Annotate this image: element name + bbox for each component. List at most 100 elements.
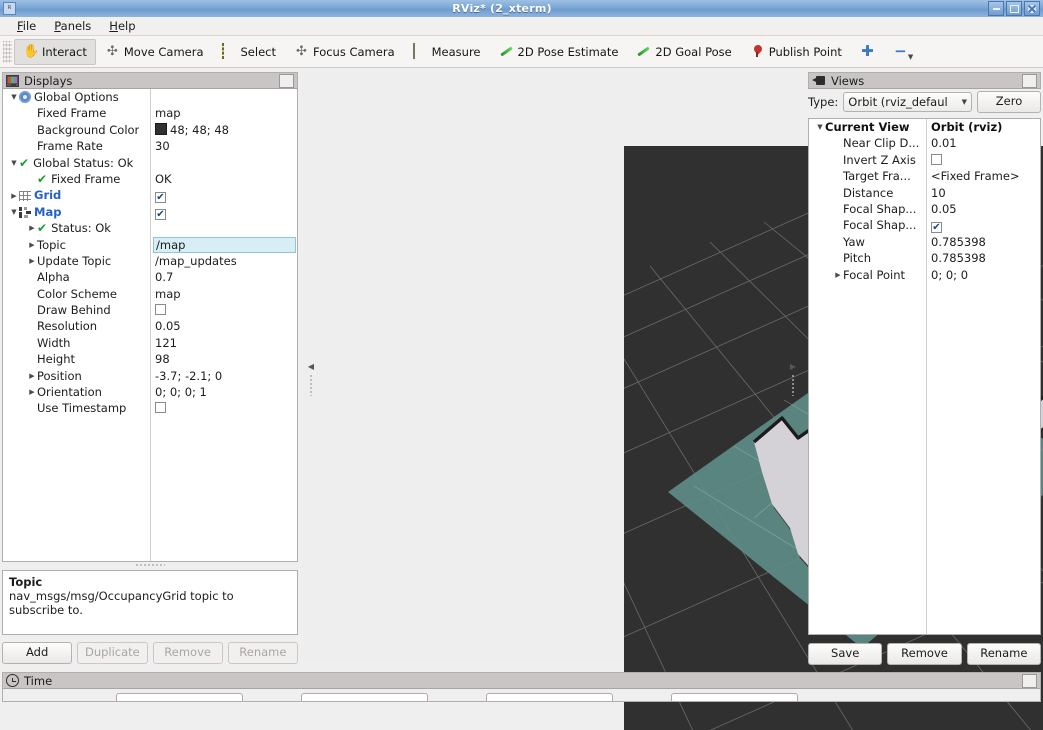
time-float-button[interactable]: [1022, 673, 1037, 688]
displays-tree-row-value[interactable]: [153, 400, 296, 416]
displays-tree-row-value[interactable]: 0; 0; 0; 1: [153, 384, 296, 400]
tool-publish-point[interactable]: Publish Point: [741, 39, 851, 65]
displays-tree-row[interactable]: Draw Behind: [3, 302, 297, 318]
checkbox[interactable]: ✔: [155, 192, 166, 204]
displays-tree-row-value[interactable]: /map_updates: [153, 253, 296, 269]
chevron-down-icon[interactable]: ▼: [908, 53, 913, 61]
views-tree-row[interactable]: Current View Orbit (rviz): [809, 119, 1040, 135]
chevron-right-icon[interactable]: [9, 188, 19, 204]
displays-tree-row-value[interactable]: [153, 220, 296, 236]
displays-tree-row[interactable]: Use Timestamp: [3, 400, 297, 416]
left-splitter-grip[interactable]: [308, 374, 314, 396]
views-tree-row-value[interactable]: [929, 152, 1039, 168]
displays-tree-row-value[interactable]: 30: [153, 138, 296, 154]
add-button[interactable]: Add: [2, 642, 73, 664]
tool-measure[interactable]: Measure: [404, 39, 490, 65]
chevron-right-icon[interactable]: [27, 220, 37, 236]
views-tree-row[interactable]: Invert Z Axis: [809, 152, 1040, 168]
tool-interact[interactable]: ✋ Interact: [14, 38, 96, 65]
displays-tree-row[interactable]: Resolution 0.05: [3, 318, 297, 334]
views-tree-row-value[interactable]: 10: [929, 185, 1039, 201]
displays-tree-row[interactable]: Map ✔: [3, 204, 297, 220]
menu-panels[interactable]: Panels: [45, 18, 100, 34]
views-tree-row-value[interactable]: 0.785398: [929, 250, 1039, 266]
chevron-down-icon[interactable]: [815, 119, 825, 135]
chevron-right-icon[interactable]: [27, 384, 37, 400]
menu-help[interactable]: Help: [100, 18, 144, 34]
right-splitter-grip[interactable]: [790, 374, 796, 396]
views-tree-row-value[interactable]: 0.785398: [929, 234, 1039, 250]
displays-tree-row-value[interactable]: OK: [153, 171, 296, 187]
chevron-down-icon[interactable]: [9, 204, 19, 220]
time-field-wall-elapsed[interactable]: [671, 693, 798, 701]
views-tree-row[interactable]: Focal Shap... 0.05: [809, 201, 1040, 217]
time-field-ros-time[interactable]: [116, 693, 243, 701]
displays-tree-row-value[interactable]: [153, 155, 296, 171]
displays-tree-row[interactable]: Alpha 0.7: [3, 269, 297, 285]
tool-remove[interactable]: − ▼: [884, 39, 922, 65]
displays-tree-row-value[interactable]: 48; 48; 48: [153, 122, 296, 138]
menu-file[interactable]: File: [8, 18, 45, 34]
duplicate-button[interactable]: Duplicate: [77, 642, 148, 664]
displays-tree-row[interactable]: ✔Status: Ok: [3, 220, 297, 236]
displays-tree-row[interactable]: Orientation 0; 0; 0; 1: [3, 384, 297, 400]
collapse-left-arrow-icon[interactable]: ◀: [308, 362, 314, 371]
remove-display-button[interactable]: Remove: [152, 642, 223, 664]
checkbox[interactable]: ✔: [931, 222, 942, 234]
views-tree-row-value[interactable]: <Fixed Frame>: [929, 168, 1039, 184]
chevron-right-icon[interactable]: [833, 267, 843, 283]
displays-tree-row[interactable]: Height 98: [3, 351, 297, 367]
chevron-down-icon[interactable]: [9, 155, 19, 171]
minimize-button[interactable]: [988, 1, 1004, 16]
displays-tree-row[interactable]: Frame Rate 30: [3, 138, 297, 154]
displays-tree-row[interactable]: Update Topic/map_updates: [3, 253, 297, 269]
checkbox[interactable]: [155, 304, 166, 316]
maximize-button[interactable]: [1006, 1, 1022, 16]
toolbar-drag-handle[interactable]: [3, 40, 12, 63]
tool-2d-goal-pose[interactable]: 2D Goal Pose: [627, 39, 740, 65]
checkbox[interactable]: [931, 153, 942, 165]
checkbox[interactable]: ✔: [155, 208, 166, 220]
collapse-right-arrow-icon[interactable]: ▶: [790, 362, 796, 371]
rename-display-button[interactable]: Rename: [227, 642, 298, 664]
rename-view-button[interactable]: Rename: [966, 643, 1041, 665]
views-tree-row-value[interactable]: Orbit (rviz): [929, 119, 1039, 135]
time-field-wall-time[interactable]: [486, 693, 613, 701]
zero-button[interactable]: Zero: [977, 91, 1041, 113]
save-view-button[interactable]: Save: [808, 643, 883, 665]
tool-add[interactable]: ✚: [851, 39, 884, 65]
displays-tree[interactable]: Global OptionsFixed FramemapBackground C…: [2, 89, 298, 562]
displays-tree-row[interactable]: Width 121: [3, 335, 297, 351]
close-button[interactable]: [1024, 1, 1040, 16]
displays-tree-row-value[interactable]: [153, 302, 296, 318]
views-tree-row-value[interactable]: 0.01: [929, 135, 1039, 151]
displays-tree-row[interactable]: ✔Global Status: Ok: [3, 155, 297, 171]
chevron-right-icon[interactable]: [27, 368, 37, 384]
views-float-button[interactable]: [1022, 73, 1037, 88]
time-field-ros-elapsed[interactable]: [301, 693, 428, 701]
chevron-right-icon[interactable]: [27, 237, 37, 253]
tool-select[interactable]: Select: [213, 39, 285, 65]
displays-tree-row-value[interactable]: 121: [153, 335, 296, 351]
views-tree-row-value[interactable]: 0.05: [929, 201, 1039, 217]
views-tree-row[interactable]: Yaw 0.785398: [809, 234, 1040, 250]
displays-tree-row[interactable]: ✔ Fixed Frame OK: [3, 171, 297, 187]
chevron-down-icon[interactable]: [9, 89, 19, 105]
displays-vertical-splitter[interactable]: [135, 563, 165, 568]
displays-tree-row-value[interactable]: 0.05: [153, 318, 296, 334]
displays-float-button[interactable]: [279, 73, 294, 88]
views-tree-row[interactable]: Distance 10: [809, 185, 1040, 201]
displays-tree-row-value[interactable]: map: [153, 105, 296, 121]
displays-tree-row[interactable]: Global Options: [3, 89, 297, 105]
views-tree-row-value[interactable]: 0; 0; 0: [929, 267, 1039, 283]
displays-tree-row-value[interactable]: ✔: [153, 204, 296, 220]
displays-tree-row-value[interactable]: 98: [153, 351, 296, 367]
views-tree[interactable]: Current View Orbit (rviz) Near Clip D... 0.…: [808, 118, 1041, 635]
views-tree-row[interactable]: Focal Point 0; 0; 0: [809, 267, 1040, 283]
views-tree-row-value[interactable]: ✔: [929, 217, 1039, 234]
tool-focus-camera[interactable]: ✣ Focus Camera: [285, 39, 404, 65]
right-splitter[interactable]: ▶: [786, 72, 800, 660]
displays-tree-row-value[interactable]: -3.7; -2.1; 0: [153, 368, 296, 384]
checkbox[interactable]: [155, 402, 166, 414]
displays-tree-row[interactable]: Fixed Frame map: [3, 105, 297, 121]
